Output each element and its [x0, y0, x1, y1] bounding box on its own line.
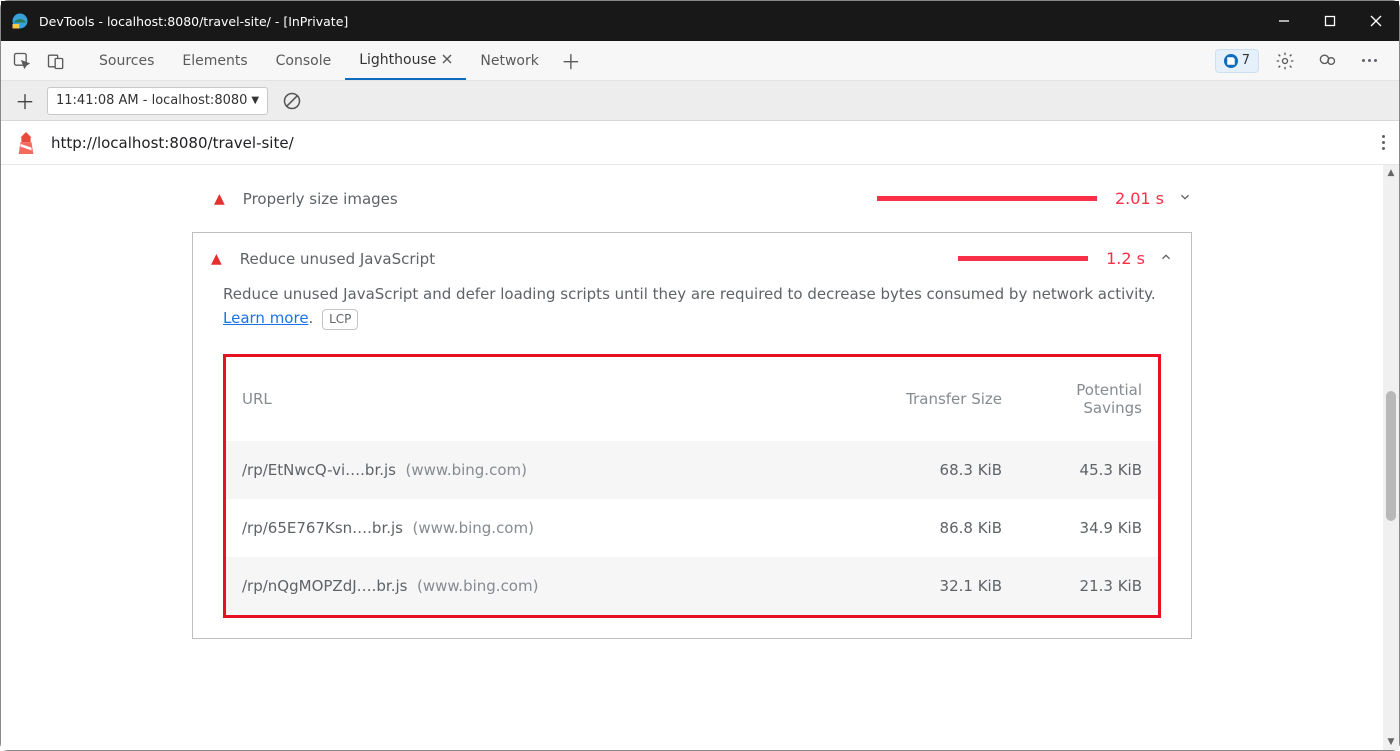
impact-bar	[958, 256, 1088, 261]
scrollbar[interactable]: ▲ ▼	[1383, 165, 1399, 750]
lcp-badge: LCP	[322, 309, 358, 330]
lighthouse-logo-icon	[15, 130, 37, 156]
tab-network[interactable]: Network	[466, 41, 552, 80]
device-toggle-icon[interactable]	[41, 46, 71, 76]
audit-title: Properly size images	[243, 190, 877, 208]
audit-card-reduce-js: ▲ Reduce unused JavaScript 1.2 s Reduce …	[192, 232, 1192, 639]
window-title: DevTools - localhost:8080/travel-site/ -…	[39, 14, 348, 29]
tab-sources[interactable]: Sources	[85, 41, 168, 80]
table-row: /rp/65E767Ksn….br.js (www.bing.com) 86.8…	[226, 499, 1158, 557]
report-url-bar: http://localhost:8080/travel-site/	[1, 121, 1399, 165]
chevron-up-icon	[1159, 250, 1173, 268]
scroll-up-icon[interactable]: ▲	[1383, 165, 1399, 181]
col-transfer: Transfer Size	[878, 357, 1018, 441]
feedback-icon[interactable]	[1311, 45, 1343, 77]
report-selector[interactable]: 11:41:08 AM - localhost:8080 ▼	[47, 87, 268, 115]
table-row: /rp/EtNwcQ-vi….br.js (www.bing.com) 68.3…	[226, 441, 1158, 499]
chevron-down-icon: ▼	[251, 95, 259, 106]
minimize-button[interactable]	[1261, 1, 1307, 41]
close-button[interactable]	[1353, 1, 1399, 41]
clear-button[interactable]	[274, 83, 310, 119]
learn-more-link[interactable]: Learn more	[223, 309, 309, 327]
more-tabs-button[interactable]: ＋	[553, 41, 589, 80]
audit-time: 2.01 s	[1115, 189, 1164, 208]
audit-description: Reduce unused JavaScript and defer loadi…	[193, 282, 1191, 342]
window-controls	[1261, 1, 1399, 41]
lighthouse-toolbar: ＋ 11:41:08 AM - localhost:8080 ▼	[1, 81, 1399, 121]
inspect-element-icon[interactable]	[7, 46, 37, 76]
edge-devtools-icon	[11, 12, 29, 30]
tab-lighthouse[interactable]: Lighthouse	[345, 41, 466, 80]
highlighted-table: URL Transfer Size Potential Savings /rp/…	[223, 354, 1161, 618]
devtools-tabs-bar: Sources Elements Console Lighthouse Netw…	[1, 41, 1399, 81]
tab-console[interactable]: Console	[262, 41, 346, 80]
table-row: /rp/nQgMOPZdJ….br.js (www.bing.com) 32.1…	[226, 557, 1158, 615]
report-content: ▲ Properly size images 2.01 s ▲ Reduce u…	[1, 165, 1399, 750]
report-menu-icon[interactable]	[1382, 135, 1385, 150]
chevron-down-icon	[1178, 190, 1192, 208]
audit-time: 1.2 s	[1106, 249, 1145, 268]
scroll-down-icon[interactable]: ▼	[1383, 734, 1399, 750]
audit-title: Reduce unused JavaScript	[240, 250, 868, 268]
more-options-icon[interactable]	[1353, 45, 1385, 77]
impact-bar	[877, 196, 1097, 201]
issues-badge[interactable]: 7	[1215, 49, 1259, 73]
warning-triangle-icon: ▲	[211, 251, 222, 267]
audit-row-reduce-js[interactable]: ▲ Reduce unused JavaScript 1.2 s	[193, 233, 1191, 282]
new-report-button[interactable]: ＋	[7, 83, 43, 119]
window-title-bar: DevTools - localhost:8080/travel-site/ -…	[1, 1, 1399, 41]
issues-icon	[1224, 54, 1238, 68]
col-savings: Potential Savings	[1018, 357, 1158, 441]
warning-triangle-icon: ▲	[214, 191, 225, 207]
opportunity-table: URL Transfer Size Potential Savings /rp/…	[226, 357, 1158, 615]
maximize-button[interactable]	[1307, 1, 1353, 41]
close-icon[interactable]	[442, 52, 452, 68]
report-url: http://localhost:8080/travel-site/	[51, 134, 294, 152]
settings-gear-icon[interactable]	[1269, 45, 1301, 77]
scrollbar-thumb[interactable]	[1386, 391, 1396, 521]
col-url: URL	[226, 357, 878, 441]
audit-row-size-images[interactable]: ▲ Properly size images 2.01 s	[192, 175, 1192, 222]
tab-elements[interactable]: Elements	[168, 41, 261, 80]
